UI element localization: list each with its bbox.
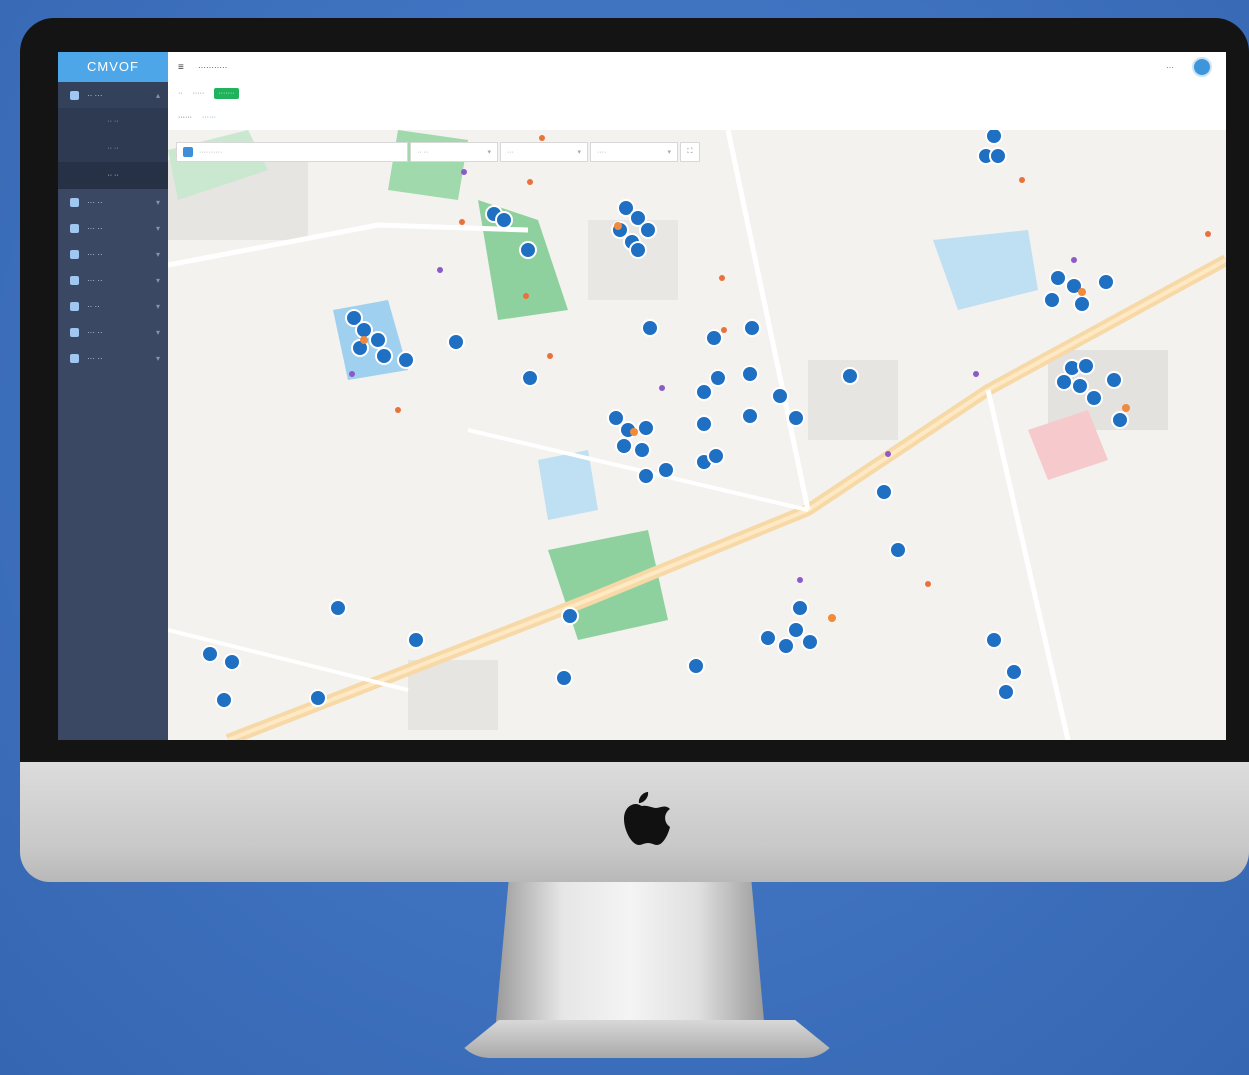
sidebar-item-label: ··· ·· [87,197,103,207]
tab-first[interactable]: ······ [178,114,192,121]
sidebar-item-label: ··· ·· [87,327,103,337]
user-name[interactable]: ··· [1166,63,1174,72]
chevron-down-icon: ▾ [155,327,160,337]
monitor-foot [452,1020,842,1058]
sidebar-item-label: ··· ·· [87,249,103,259]
select-value: ·· ·· [417,148,429,156]
chevron-up-icon: ▴ [155,90,160,100]
map-filter-bar: ·········· ·· ·· ▾ ··· ▾ ···· ▾ ⛶ [176,142,700,162]
map-street [725,130,811,511]
sidebar-item-8[interactable]: ··· ·· ▾ [58,345,168,371]
chevron-down-icon: ▾ [155,197,160,207]
chevron-down-icon: ▾ [667,149,671,156]
chevron-down-icon: ▾ [155,301,160,311]
sidebar-item-label: ··· ·· [87,223,103,233]
fullscreen-icon: ⛶ [687,148,693,155]
sidebar-item-label: ·· ··· [87,90,103,100]
monitor-stand [495,882,765,1032]
nav-icon [70,197,79,207]
nav-icon [70,249,79,259]
screen: CMVOF ·· ··· ▴ ·· ·· ·· ·· ·· ·· ··· ·· ▾ … [58,52,1226,740]
chevron-down-icon: ▾ [577,149,581,156]
breadcrumb-second[interactable]: ····· [193,90,205,97]
chevron-down-icon: ▾ [487,149,491,156]
sidebar-item-label: ··· ·· [87,353,103,363]
breadcrumb-active-tag[interactable]: ······· [214,87,239,99]
breadcrumb-home[interactable]: ·· [178,90,183,97]
apple-logo [624,792,670,845]
nav-icon [70,223,79,233]
map-block [588,220,678,300]
page-title: ··········· [198,62,228,72]
tab-second[interactable]: ······ [202,114,216,121]
sidebar-item-7[interactable]: ··· ·· ▾ [58,319,168,345]
brand-logo: CMVOF [58,52,168,82]
tab-bar: ······ ······ [168,104,1226,131]
nav-icon [70,301,79,311]
sidebar-subitem-3[interactable]: ·· ·· [58,162,168,189]
map-markers [201,130,1129,709]
filter-select-2[interactable]: ··· ▾ [500,142,588,162]
sidebar-item-label: ·· ·· [87,301,100,311]
nav-icon [70,275,79,285]
map-water [933,230,1038,310]
nav-icon [70,327,79,337]
sidebar-item-5[interactable]: ··· ·· ▾ [58,267,168,293]
avatar[interactable] [1192,57,1212,77]
chevron-down-icon: ▾ [155,353,160,363]
map-canvas [168,130,1226,740]
chevron-down-icon: ▾ [155,275,160,285]
select-value: ···· [597,148,607,156]
chevron-down-icon: ▾ [155,249,160,259]
map-view[interactable] [168,130,1226,740]
sidebar-subitem-2[interactable]: ·· ·· [58,135,168,162]
filter-select-3[interactable]: ···· ▾ [590,142,678,162]
sidebar-item-2[interactable]: ··· ·· ▾ [58,189,168,215]
search-icon [183,147,193,157]
filter-select-1[interactable]: ·· ·· ▾ [410,142,498,162]
sidebar-item-3[interactable]: ··· ·· ▾ [58,215,168,241]
nav-icon [70,353,79,363]
menu-icon[interactable]: ≡ [178,62,192,73]
sidebar-subitem-1[interactable]: ·· ·· [58,108,168,135]
top-bar: ≡ ··········· ··· [168,52,1226,83]
search-input[interactable]: ·········· [176,142,408,162]
fullscreen-button[interactable]: ⛶ [680,142,700,162]
nav-icon [70,90,79,100]
search-placeholder: ·········· [199,148,223,156]
breadcrumb: ·· ····· ······· [168,82,1226,105]
sidebar-item-4[interactable]: ··· ·· ▾ [58,241,168,267]
select-value: ··· [507,148,514,156]
chevron-down-icon: ▾ [155,223,160,233]
sidebar-item-1[interactable]: ·· ··· ▴ [58,82,168,108]
sidebar-item-6[interactable]: ·· ·· ▾ [58,293,168,319]
sidebar: CMVOF ·· ··· ▴ ·· ·· ·· ·· ·· ·· ··· ·· ▾ … [58,52,168,740]
map-park [388,130,468,200]
sidebar-item-label: ··· ·· [87,275,103,285]
